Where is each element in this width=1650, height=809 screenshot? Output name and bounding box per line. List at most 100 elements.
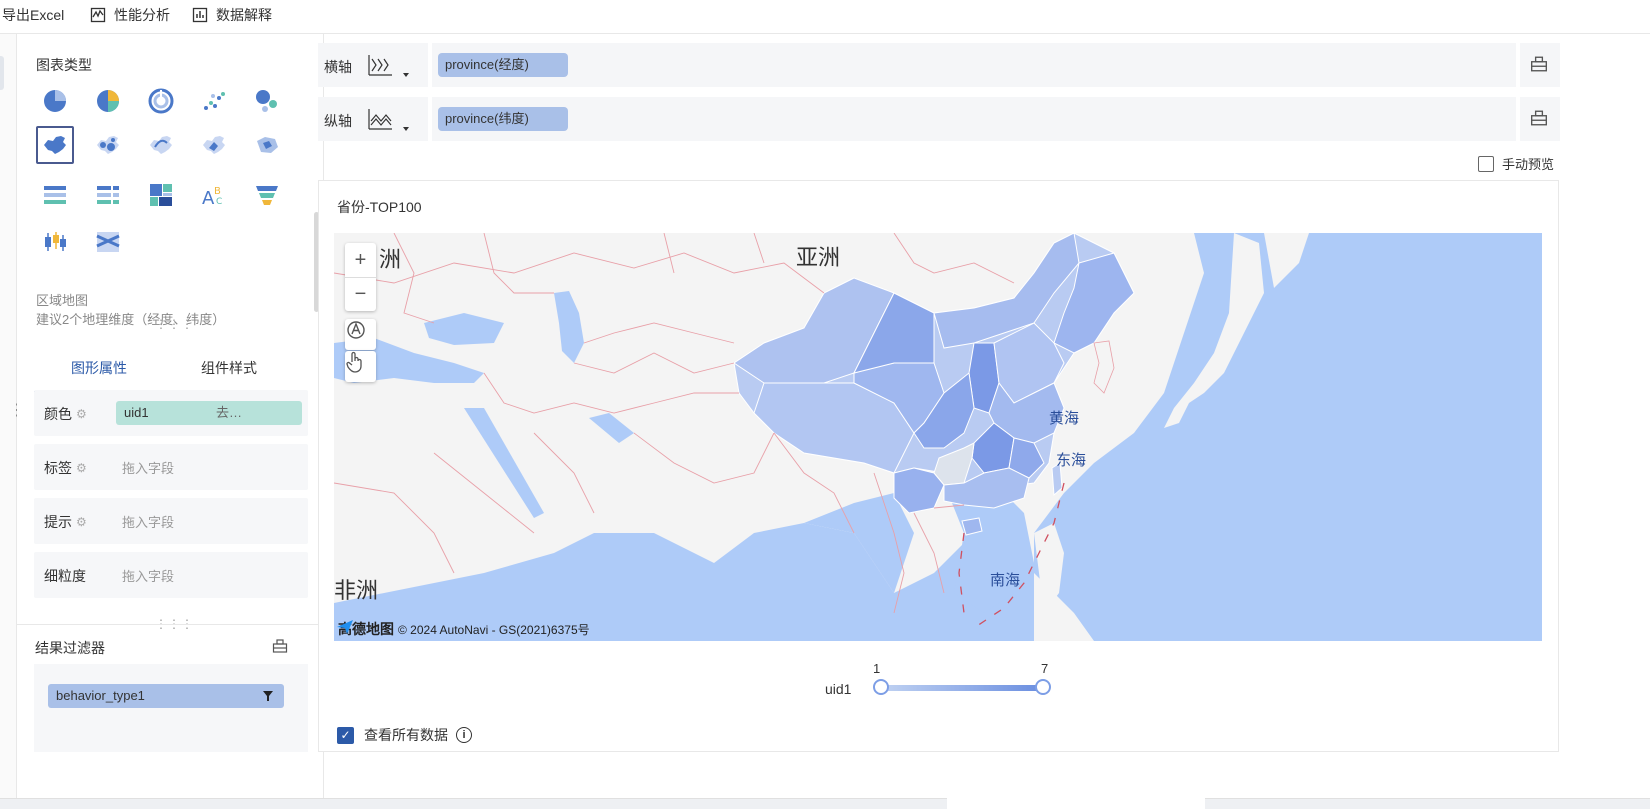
chart-type-flow-map[interactable] (142, 126, 180, 164)
export-excel-button[interactable]: 导出Excel (2, 3, 64, 27)
chart-type-funnel[interactable] (248, 176, 286, 214)
map-copyright: © 2024 AutoNavi - GS(2021)6375号 (398, 622, 590, 637)
view-all-data-toggle[interactable]: ✓ 查看所有数据 i (337, 725, 472, 745)
chart-type-heat-map[interactable] (195, 126, 233, 164)
map-attribution: 高德地图 © 2024 AutoNavi - GS(2021)6375号 (336, 619, 590, 639)
tooltip-drop-zone[interactable]: 提示 ⚙ 拖入字段 (34, 498, 308, 544)
treemap-icon (150, 184, 172, 206)
y-axis-settings-icon[interactable] (1530, 109, 1548, 130)
region-map[interactable]: 洲 亚洲 非洲 黄海 东海 南海 + − 高德地图 © 2024 AutoNav… (334, 233, 1542, 641)
axis-separator (1516, 97, 1520, 141)
chart-type-region-map[interactable] (36, 126, 74, 164)
filter-settings-icon[interactable] (272, 638, 288, 657)
manual-preview-checkbox[interactable] (1478, 155, 1494, 172)
x-axis-settings-icon[interactable] (1530, 55, 1548, 76)
view-all-checkbox[interactable]: ✓ (337, 726, 354, 744)
tab-style-label: 组件样式 (201, 360, 257, 376)
word-cloud-icon: A B C (202, 186, 222, 208)
performance-analysis-button[interactable]: 性能分析 (90, 3, 170, 27)
data-explain-button[interactable]: 数据解释 (192, 3, 272, 27)
x-axis-chart-type-dropdown[interactable] (366, 51, 416, 81)
chart-type-rose[interactable] (142, 82, 180, 120)
zoom-in-button[interactable]: + (345, 243, 376, 277)
heat-map-icon (203, 136, 225, 154)
svg-text:B: B (214, 186, 221, 197)
tab-component-style[interactable]: 组件样式 (164, 343, 294, 393)
chart-type-candlestick[interactable] (36, 223, 74, 261)
chart-type-sankey[interactable] (89, 223, 127, 261)
color-drop-zone[interactable]: 颜色 ⚙ uid1 去… (34, 390, 308, 436)
legend-min-handle[interactable] (873, 679, 889, 695)
label-drop-zone[interactable]: 标签 ⚙ 拖入字段 (34, 444, 308, 490)
manual-preview-toggle[interactable]: 手动预览 (1478, 154, 1554, 173)
data-explain-label: 数据解释 (216, 7, 272, 23)
pie-chart-icon (44, 90, 66, 112)
flow-map-icon (150, 136, 172, 154)
chart-type-detail-table[interactable] (89, 176, 127, 214)
zoom-out-button[interactable]: − (345, 277, 376, 311)
color-field-pill[interactable]: uid1 去… (116, 401, 302, 425)
y-axis-row: 纵轴 province(纬度) (318, 97, 1560, 141)
gear-icon[interactable]: ⚙ (76, 515, 87, 529)
line-chart-icon (368, 109, 409, 131)
chart-type-word-cloud[interactable]: A B C (195, 176, 233, 214)
chart-type-description: 区域地图 建议2个地理维度（经度、纬度） (36, 291, 225, 329)
y-axis-field-pill[interactable]: province(纬度) (438, 107, 568, 131)
legend-max-handle[interactable] (1035, 679, 1051, 695)
x-axis-label: 横轴 (324, 59, 352, 75)
granularity-drop-zone[interactable]: 细粒度 拖入字段 (34, 552, 308, 598)
bubble-map-icon (97, 136, 119, 154)
legend-min-value: 1 (873, 661, 881, 676)
funnel-icon[interactable] (262, 684, 274, 710)
chart-type-scatter[interactable] (195, 82, 233, 120)
info-icon[interactable]: i (456, 727, 472, 743)
chart-type-bubble[interactable] (248, 82, 286, 120)
bottom-scroll-area (0, 798, 947, 809)
bar-chart-icon (192, 7, 208, 23)
chart-type-treemap[interactable] (142, 176, 180, 214)
chart-type-table[interactable] (36, 176, 74, 214)
map-label-east-sea: 东海 (1056, 451, 1086, 469)
gear-icon[interactable]: ⚙ (76, 461, 87, 475)
color-label: 颜色 ⚙ (44, 404, 87, 424)
gear-icon[interactable]: ⚙ (76, 407, 87, 421)
x-axis-row: 横轴 province(经度) (318, 43, 1560, 87)
color-field-name: uid1 (124, 405, 149, 420)
top-toolbar: 导出Excel 性能分析 数据解释 (0, 0, 1650, 34)
performance-label: 性能分析 (114, 7, 170, 23)
chart-card: 省份-TOP100 洲 亚洲 非洲 黄海 东海 南海 + − 高德地图 © 20… (318, 180, 1559, 752)
rose-chart-icon (148, 88, 174, 114)
tab-graphic-label: 图形属性 (71, 360, 127, 376)
color-legend: uid1 1 7 (819, 659, 1059, 709)
manual-preview-label: 手动预览 (1502, 157, 1555, 172)
multi-pie-icon (97, 90, 119, 112)
sankey-icon (96, 232, 120, 252)
chart-type-multi-pie[interactable] (89, 82, 127, 120)
color-label-text: 颜色 (44, 406, 72, 422)
legend-field-label: uid1 (825, 681, 852, 697)
chart-type-bubble-map[interactable] (89, 126, 127, 164)
chart-type-custom-map[interactable] (248, 126, 286, 164)
amap-logo-icon (337, 620, 353, 634)
filter-drop-zone[interactable]: behavior_type1 (34, 664, 308, 752)
map-label-south-sea: 南海 (990, 571, 1020, 589)
map-label-africa-partial: 非洲 (334, 579, 378, 604)
y-axis-chart-type-dropdown[interactable] (366, 105, 416, 135)
x-axis-field-pill[interactable]: province(经度) (438, 53, 568, 77)
area-chart-icon (368, 55, 409, 77)
tab-graphic-properties[interactable]: 图形属性 (34, 343, 164, 393)
tooltip-placeholder: 拖入字段 (122, 515, 175, 530)
chart-type-pie[interactable] (36, 82, 74, 120)
legend-range-track[interactable] (881, 685, 1043, 691)
axis-separator (428, 97, 432, 141)
bubble-icon (256, 90, 277, 112)
filter-field-pill[interactable]: behavior_type1 (48, 684, 284, 708)
map-label-asia-partial: 洲 (379, 248, 401, 273)
hand-icon (346, 351, 362, 373)
section-resize-handle[interactable]: ⋮⋮⋮ (155, 318, 194, 330)
scatter-icon (204, 92, 225, 110)
map-rotate-button[interactable] (345, 319, 376, 350)
table-icon (44, 186, 66, 204)
left-collapse-strip[interactable] (0, 34, 17, 809)
map-pan-button[interactable] (345, 351, 376, 382)
